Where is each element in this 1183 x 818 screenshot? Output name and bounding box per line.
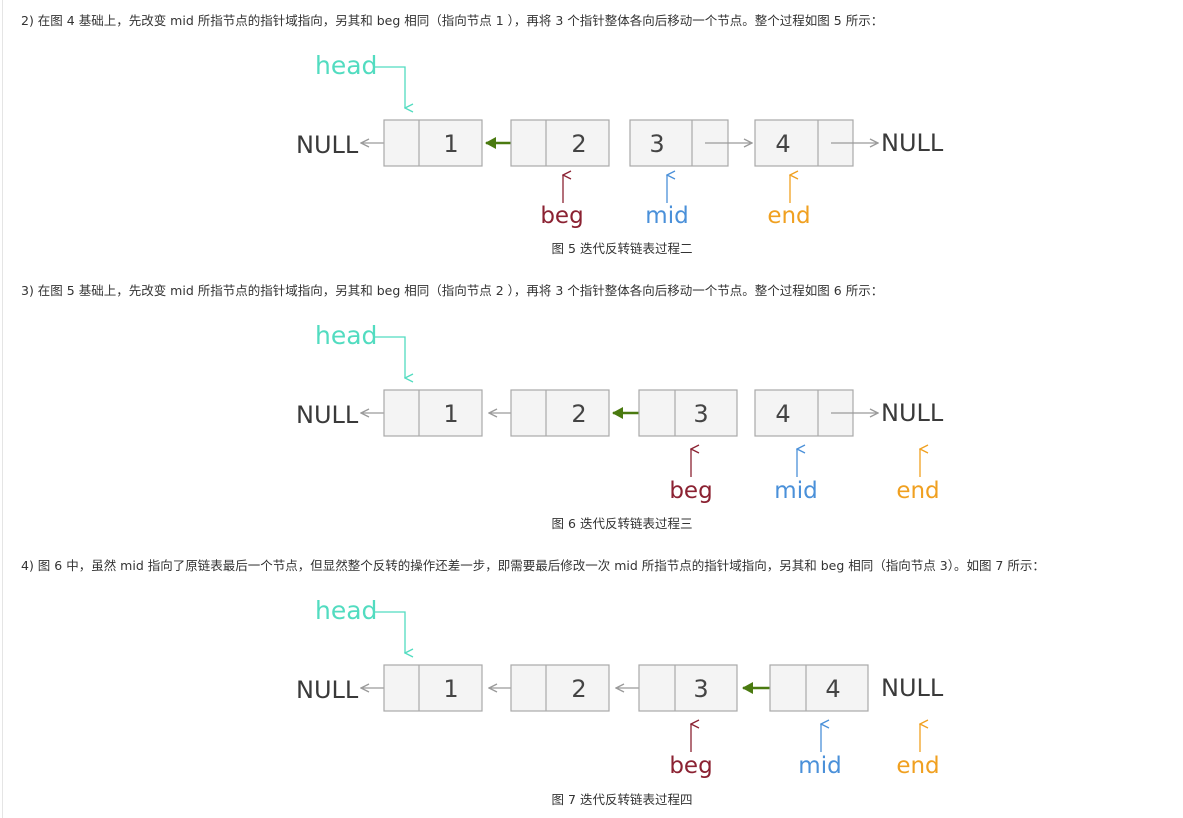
null-right-label: NULL	[881, 129, 944, 157]
node-1-value: 1	[443, 130, 458, 158]
node-3: 3	[638, 664, 738, 712]
end-label: end	[896, 753, 939, 779]
end-label: end	[767, 203, 810, 229]
node-3-value: 3	[693, 400, 708, 428]
beg-label: beg	[669, 753, 712, 779]
node-1: 1	[383, 389, 483, 437]
node-2: 2	[510, 389, 610, 437]
beg-label: beg	[669, 478, 712, 504]
head-label: head	[315, 51, 377, 80]
figure-7-caption: 图 7 迭代反转链表过程四	[551, 792, 693, 807]
mid-label: mid	[798, 753, 841, 779]
node-2: 2	[510, 119, 610, 167]
head-label: head	[315, 321, 377, 350]
node-1: 1	[383, 664, 483, 712]
node-2-value: 2	[571, 400, 586, 428]
node-4: 4	[769, 664, 869, 712]
node-4-value: 4	[775, 400, 790, 428]
null-right-label: NULL	[881, 399, 944, 427]
figure-7-diagram: head NULL 1 2 3 4 NULL beg mid end	[296, 596, 944, 779]
mid-label: mid	[645, 203, 688, 229]
figure-5-caption: 图 5 迭代反转链表过程二	[551, 241, 693, 256]
node-2: 2	[510, 664, 610, 712]
head-pointer-arrow	[373, 336, 405, 378]
node-1-value: 1	[443, 675, 458, 703]
node-4-value: 4	[775, 130, 790, 158]
node-2-value: 2	[571, 675, 586, 703]
head-pointer-arrow	[373, 611, 405, 653]
node-3-value: 3	[693, 675, 708, 703]
head-label: head	[315, 596, 377, 625]
figure-6-caption: 图 6 迭代反转链表过程三	[551, 516, 693, 531]
figure-6-diagram: head NULL 1 2 3 4 NULL beg mid end	[296, 321, 944, 504]
mid-label: mid	[774, 478, 817, 504]
null-right-label: NULL	[881, 674, 944, 702]
node-1-value: 1	[443, 400, 458, 428]
beg-label: beg	[540, 203, 583, 229]
head-pointer-arrow	[373, 66, 405, 108]
node-4-value: 4	[825, 675, 840, 703]
figure-5-diagram: head NULL 1 2 3 4 NULL beg mid end	[296, 51, 944, 229]
node-3-value: 3	[649, 130, 664, 158]
node-1: 1	[383, 119, 483, 167]
null-left-label: NULL	[296, 401, 359, 429]
end-label: end	[896, 478, 939, 504]
null-left-label: NULL	[296, 676, 359, 704]
null-left-label: NULL	[296, 131, 359, 159]
node-2-value: 2	[571, 130, 586, 158]
node-3: 3	[638, 389, 738, 437]
